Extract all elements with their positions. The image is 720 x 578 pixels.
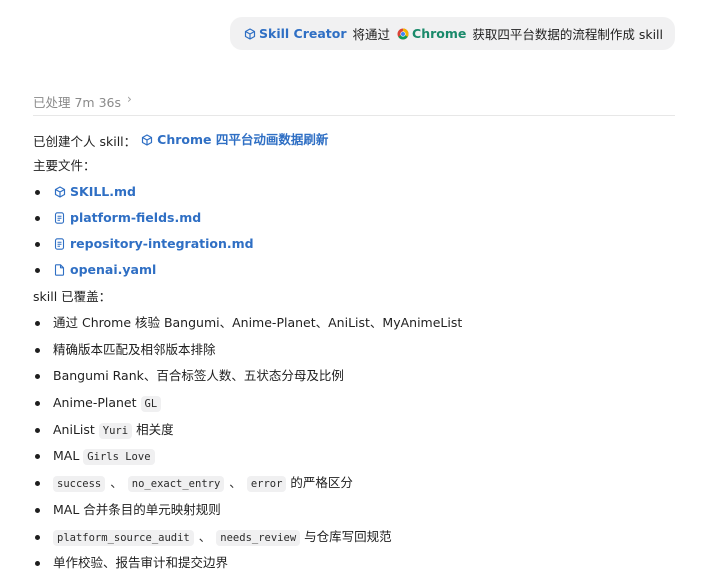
list-item: repository-integration.md bbox=[33, 231, 683, 257]
list-item: platform_source_audit、 needs_review 与仓库写回… bbox=[33, 524, 683, 551]
doc-icon bbox=[53, 212, 66, 225]
cube-icon bbox=[243, 27, 256, 40]
coverage-text: 精确版本匹配及相邻版本排除 bbox=[53, 341, 216, 357]
file-name: repository-integration.md bbox=[70, 236, 254, 251]
chevron-right-icon: › bbox=[127, 92, 132, 106]
list-item: 单作校验、报告审计和提交边界 bbox=[33, 550, 683, 577]
doc-icon bbox=[53, 238, 66, 251]
coverage-list: 通过 Chrome 核验 Bangumi、Anime-Planet、AniLis… bbox=[33, 310, 683, 577]
file-link-skill-md[interactable]: SKILL.md bbox=[53, 179, 136, 205]
list-item: Anime-Planet GL bbox=[33, 390, 683, 417]
created-prefix: 已创建个人 skill： bbox=[33, 134, 137, 149]
user-message-text-1: 将通过 bbox=[352, 27, 391, 42]
inline-code: needs_review bbox=[216, 529, 301, 546]
coverage-text: Anime-Planet bbox=[53, 395, 137, 411]
list-item: AniList Yuri 相关度 bbox=[33, 417, 683, 444]
coverage-heading: skill 已覆盖： bbox=[33, 289, 112, 304]
file-icon bbox=[53, 264, 66, 277]
file-name: SKILL.md bbox=[70, 184, 136, 199]
created-skill-link[interactable]: Chrome 四平台动画数据刷新 bbox=[140, 127, 328, 153]
inline-code: Yuri bbox=[98, 422, 133, 439]
user-message-bubble: Skill Creator 将通过 Chrome 获取四平台数据的流程制作成 s… bbox=[230, 17, 675, 50]
coverage-text: 的严格区分 bbox=[290, 475, 353, 491]
file-name: openai.yaml bbox=[70, 262, 157, 277]
separator: 、 bbox=[229, 475, 242, 491]
skill-icon bbox=[53, 186, 66, 199]
list-item: 通过 Chrome 核验 Bangumi、Anime-Planet、AniLis… bbox=[33, 310, 683, 337]
created-line: 已创建个人 skill： Chrome 四平台动画数据刷新 bbox=[33, 127, 683, 153]
list-item: MAL Girls Love bbox=[33, 443, 683, 470]
coverage-text: 通过 Chrome 核验 Bangumi、Anime-Planet、AniLis… bbox=[53, 315, 463, 330]
inline-code: success bbox=[53, 476, 106, 493]
created-skill-name: Chrome 四平台动画数据刷新 bbox=[157, 132, 329, 147]
file-link-repository-integration[interactable]: repository-integration.md bbox=[53, 231, 254, 257]
processed-label: 已处理 7m 36s bbox=[33, 95, 121, 110]
inline-code: Girls Love bbox=[83, 449, 155, 466]
inline-code: no_exact_entry bbox=[127, 476, 225, 493]
coverage-text: Bangumi Rank、百合标签人数、五状态分母及比例 bbox=[53, 368, 344, 384]
coverage-text: MAL 合并条目的单元映射规则 bbox=[53, 501, 221, 517]
processed-toggle[interactable]: 已处理 7m 36s › bbox=[33, 92, 675, 116]
assistant-response: 已创建个人 skill： Chrome 四平台动画数据刷新 主要文件： SKIL… bbox=[33, 127, 683, 577]
list-item: platform-fields.md bbox=[33, 205, 683, 231]
user-message-text-2: 获取四平台数据的流程制作成 skill bbox=[472, 27, 663, 42]
chrome-icon bbox=[396, 27, 409, 40]
inline-code: error bbox=[246, 476, 287, 493]
list-item: success、 no_exact_entry、 error 的严格区分 bbox=[33, 470, 683, 497]
file-link-platform-fields[interactable]: platform-fields.md bbox=[53, 205, 201, 231]
cube-icon bbox=[140, 134, 153, 147]
file-name: platform-fields.md bbox=[70, 210, 202, 225]
coverage-text: 单作校验、报告审计和提交边界 bbox=[53, 555, 229, 571]
separator: 、 bbox=[110, 475, 123, 491]
chrome-label: Chrome bbox=[412, 26, 467, 41]
files-heading: 主要文件： bbox=[33, 158, 96, 173]
files-list: SKILL.md platform-fields.md repository-i… bbox=[33, 179, 683, 283]
list-item: 精确版本匹配及相邻版本排除 bbox=[33, 337, 683, 364]
coverage-text: MAL bbox=[53, 448, 80, 464]
list-item: openai.yaml bbox=[33, 257, 683, 283]
list-item: MAL 合并条目的单元映射规则 bbox=[33, 497, 683, 524]
inline-code: platform_source_audit bbox=[53, 529, 194, 546]
skill-creator-chip[interactable]: Skill Creator bbox=[243, 26, 347, 41]
list-item: Bangumi Rank、百合标签人数、五状态分母及比例 bbox=[33, 363, 683, 390]
list-item: SKILL.md bbox=[33, 179, 683, 205]
separator: 、 bbox=[198, 528, 212, 544]
coverage-text: 与仓库写回规范 bbox=[304, 528, 392, 544]
coverage-text: 相关度 bbox=[136, 421, 174, 437]
coverage-text: AniList bbox=[53, 421, 95, 437]
inline-code: GL bbox=[140, 396, 162, 413]
chrome-chip[interactable]: Chrome bbox=[396, 26, 466, 41]
skill-creator-label: Skill Creator bbox=[259, 26, 347, 41]
file-link-openai-yaml[interactable]: openai.yaml bbox=[53, 257, 156, 283]
